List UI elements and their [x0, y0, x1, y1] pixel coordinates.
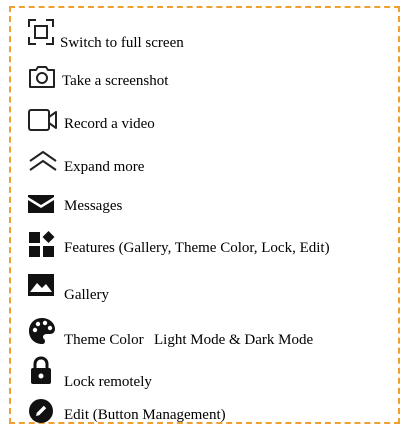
list-item-fullscreen: Switch to full screen [11, 8, 398, 51]
widgets-icon [29, 231, 55, 257]
chevron-up-icon [29, 150, 57, 171]
list-item-expand-more: Expand more [11, 146, 398, 186]
list-item-edit: Edit (Button Management) [11, 396, 398, 426]
mail-icon [28, 195, 54, 213]
list-item-lock: Lock remotely [11, 356, 398, 396]
list-item-theme-color: Theme Color Light Mode & Dark Mode [11, 316, 398, 356]
item-label: Messages [64, 198, 123, 214]
item-label: Expand more [64, 159, 145, 175]
palette-icon [29, 318, 55, 344]
item-label: Switch to full screen [60, 35, 184, 51]
item-label: Lock remotely [64, 374, 152, 390]
lock-icon [31, 356, 51, 384]
list-item-gallery: Gallery [11, 273, 398, 313]
item-label: Theme Color [64, 332, 144, 348]
item-label: Record a video [64, 116, 155, 132]
list-item-features: Features (Gallery, Theme Color, Lock, Ed… [11, 230, 398, 270]
list-item-screenshot: Take a screenshot [11, 58, 398, 98]
item-label: Gallery [64, 287, 109, 303]
item-label: Take a screenshot [62, 73, 169, 89]
list-item-messages: Messages [11, 190, 398, 230]
item-label: Edit (Button Management) [64, 407, 226, 423]
video-camera-icon [28, 109, 57, 131]
list-item-record-video: Record a video [11, 103, 398, 143]
feature-list-frame: Switch to full screen Take a screenshot … [9, 6, 400, 424]
camera-icon [29, 66, 55, 88]
item-extra-label: Light Mode & Dark Mode [154, 332, 314, 348]
item-label: Features (Gallery, Theme Color, Lock, Ed… [64, 240, 330, 256]
image-icon [28, 274, 54, 296]
fullscreen-icon [28, 19, 54, 45]
edit-icon [29, 399, 53, 423]
